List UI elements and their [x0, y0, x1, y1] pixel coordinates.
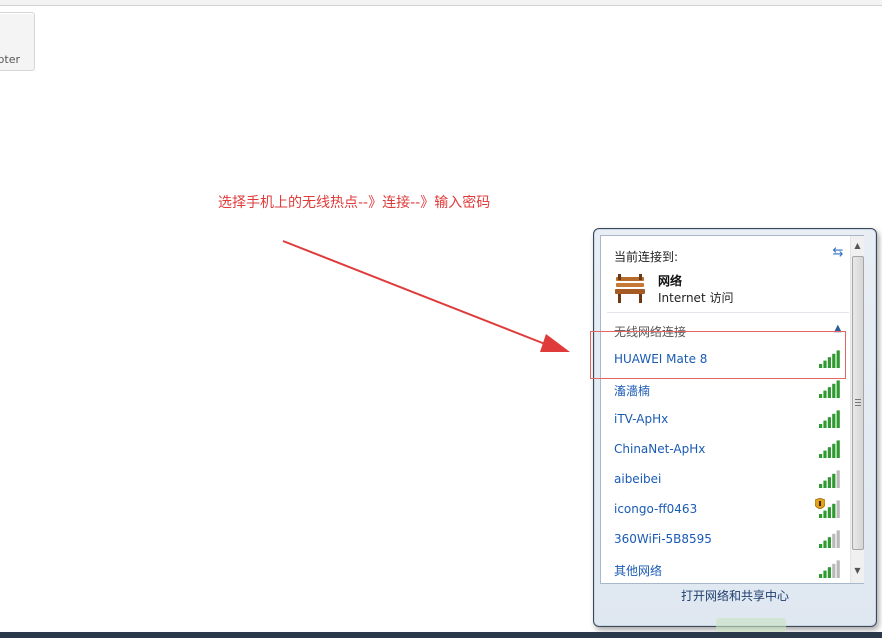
list-scrollbar[interactable]: ▲ ▼	[850, 236, 864, 583]
window-top-edge	[0, 0, 882, 6]
signal-bar	[832, 473, 836, 488]
signal-bar	[836, 440, 840, 458]
signal-bar	[819, 454, 823, 458]
signal-bar	[836, 410, 840, 428]
signal-bar	[819, 364, 823, 368]
signal-bar	[836, 350, 840, 368]
wifi-item-label: ChinaNet-ApHx	[614, 442, 706, 456]
section-divider	[607, 312, 849, 313]
signal-bar	[832, 533, 836, 548]
wifi-item-label: icongo-ff0463	[614, 502, 698, 516]
signal-bar	[823, 480, 827, 488]
signal-bar	[836, 530, 840, 548]
current-network-access: Internet 访问	[658, 291, 734, 305]
wifi-item-label: HUAWEI Mate 8	[614, 352, 708, 366]
signal-bar	[819, 544, 823, 548]
signal-bar	[832, 353, 836, 368]
wifi-item-other[interactable]: 其他网络	[601, 554, 849, 583]
signal-bar	[832, 413, 836, 428]
wifi-item-label: 360WiFi-5B8595	[614, 532, 712, 546]
taskbar	[0, 632, 882, 638]
current-network-name: 网络	[658, 274, 683, 288]
current-connection-title: 当前连接到:	[614, 250, 679, 264]
signal-bar	[823, 360, 827, 368]
arrow-head	[540, 334, 570, 352]
scrollbar-thumb[interactable]	[852, 256, 864, 550]
signal-bar	[823, 510, 827, 518]
signal-bar	[819, 514, 823, 518]
wifi-panel: 当前连接到: ⇆ 网络 Internet 访问 无线网络连接 ▲ HUAWEI …	[600, 235, 864, 584]
signal-bar	[823, 540, 827, 548]
wifi-item-label: aibeibei	[614, 472, 662, 486]
signal-bar	[832, 383, 836, 398]
signal-bar	[832, 503, 836, 518]
wifi-signal-icon	[819, 440, 840, 458]
wifi-item-label: 滀濇楠	[614, 384, 651, 398]
wifi-item-360wifi-5b8595[interactable]: 360WiFi-5B8595	[601, 524, 849, 554]
wifi-item-chinanet-aphx[interactable]: ChinaNet-ApHx	[601, 434, 849, 464]
wifi-popup: 当前连接到: ⇆ 网络 Internet 访问 无线网络连接 ▲ HUAWEI …	[593, 228, 877, 627]
collapse-chevron-icon[interactable]: ▲	[834, 323, 842, 334]
signal-bar	[823, 570, 827, 578]
wireless-section-title: 无线网络连接	[614, 325, 687, 339]
signal-bar	[832, 563, 836, 578]
wifi-item-aibeibei[interactable]: aibeibei	[601, 464, 849, 494]
signal-bar	[827, 447, 831, 458]
signal-bar	[819, 424, 823, 428]
signal-bar	[827, 507, 831, 518]
signal-bar	[819, 574, 823, 578]
wifi-signal-icon	[819, 410, 840, 428]
open-network-center-link[interactable]: 打开网络和共享中心	[594, 587, 876, 604]
partial-app-tile[interactable]: pter	[0, 12, 35, 71]
wifi-item-icongo-ff0463[interactable]: icongo-ff0463	[601, 494, 849, 524]
signal-bar	[819, 484, 823, 488]
wifi-network-list: HUAWEI Mate 8 滀濇楠 iTV-ApHx ChinaNet-ApHx…	[601, 344, 849, 583]
network-bench-icon	[615, 274, 645, 303]
wifi-signal-icon	[819, 470, 840, 488]
wifi-signal-icon	[819, 530, 840, 548]
signal-bar	[827, 567, 831, 578]
signal-bar	[823, 390, 827, 398]
wifi-signal-icon	[819, 560, 840, 578]
security-shield-icon	[815, 498, 825, 509]
scroll-down-icon[interactable]: ▼	[851, 563, 864, 579]
signal-bar	[827, 537, 831, 548]
scroll-up-icon[interactable]: ▲	[851, 238, 864, 254]
taskbar-item[interactable]	[716, 618, 786, 632]
wifi-signal-icon	[819, 350, 840, 368]
signal-bar	[832, 443, 836, 458]
tile-label: pter	[0, 53, 20, 66]
wifi-item-huawei-mate-8[interactable]: HUAWEI Mate 8	[601, 344, 849, 374]
annotation-text: 选择手机上的无线热点--》连接--》输入密码	[218, 195, 491, 211]
signal-bar	[827, 417, 831, 428]
signal-bar	[827, 387, 831, 398]
wifi-item-itv-aphx[interactable]: iTV-ApHx	[601, 404, 849, 434]
signal-bar	[836, 380, 840, 398]
wifi-item-label: iTV-ApHx	[614, 412, 669, 426]
scrollbar-grip	[855, 399, 861, 406]
signal-bar	[827, 477, 831, 488]
signal-bar	[836, 470, 840, 488]
signal-bar	[836, 560, 840, 578]
signal-bar	[823, 450, 827, 458]
signal-bar	[827, 357, 831, 368]
signal-bar	[819, 394, 823, 398]
wifi-item-label: 其他网络	[614, 564, 663, 578]
signal-bar	[836, 500, 840, 518]
wifi-signal-icon	[819, 380, 840, 398]
refresh-icon[interactable]: ⇆	[830, 245, 846, 261]
wifi-item-2[interactable]: 滀濇楠	[601, 374, 849, 404]
signal-bar	[823, 420, 827, 428]
